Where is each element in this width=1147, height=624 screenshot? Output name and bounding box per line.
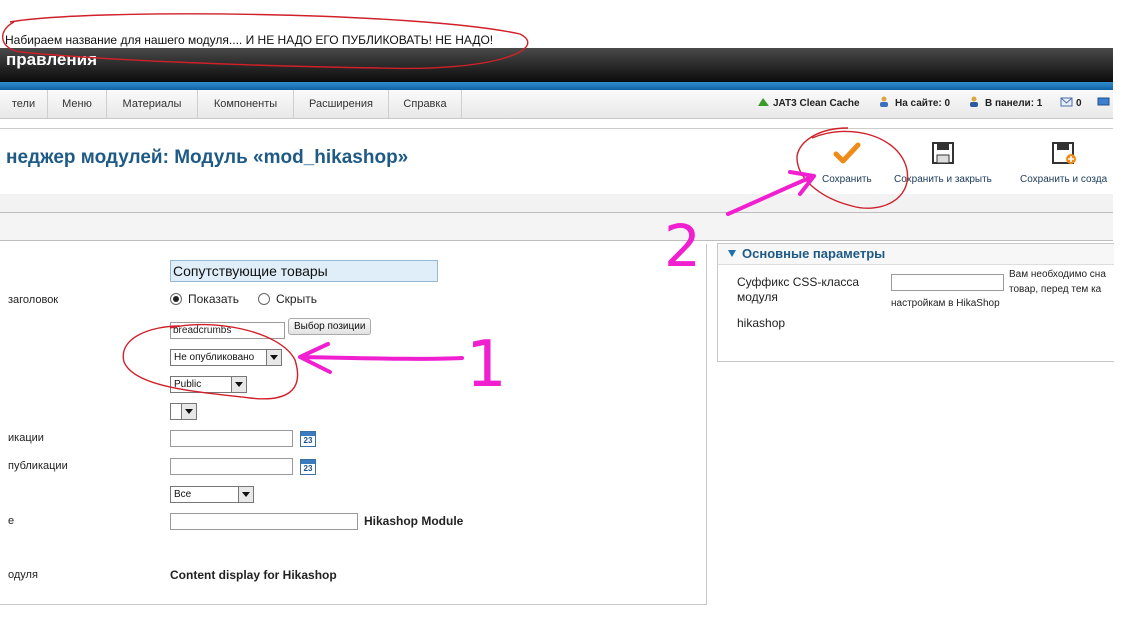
- publish-up-label: икации: [8, 432, 44, 444]
- show-option-label: Показать: [188, 292, 240, 306]
- mail-icon: [1060, 91, 1073, 107]
- spacer: [0, 194, 1113, 212]
- language-select[interactable]: Все: [170, 486, 254, 503]
- cache-icon: [757, 91, 770, 106]
- save-close-label: Сохранить и закрыть: [894, 174, 992, 185]
- calendar-icon[interactable]: 23: [300, 459, 316, 475]
- chevron-down-icon: [181, 404, 196, 419]
- position-input[interactable]: breadcrumbs: [170, 322, 285, 339]
- language-value: Все: [174, 489, 192, 500]
- css-suffix-label-2: модуля: [737, 290, 778, 304]
- save-and-new-button[interactable]: Сохранить и созда: [1020, 141, 1107, 185]
- status-value: Не опубликовано: [174, 352, 255, 363]
- menu-users[interactable]: тели: [0, 90, 48, 118]
- chevron-down-icon: [238, 487, 253, 502]
- note-input[interactable]: [170, 513, 358, 530]
- monitor-icon: [1097, 91, 1110, 106]
- hint-line-3: настройкам в HikaShop: [891, 298, 1000, 309]
- floppy-icon: [894, 141, 992, 168]
- save-and-close-button[interactable]: Сохранить и закрыть: [894, 141, 992, 185]
- show-title-label: заголовок: [8, 294, 59, 306]
- header-accent-strip: [0, 82, 1113, 90]
- hint-line-2: товар, перед тем ка: [1009, 284, 1102, 295]
- online-label: На сайте: 0: [895, 98, 951, 109]
- annotation-note: Набираем название для нашего модуля.... …: [5, 33, 494, 47]
- admin-users-icon: [969, 91, 982, 107]
- calendar-icon[interactable]: 23: [300, 431, 316, 447]
- params-title: Основные параметры: [742, 246, 886, 261]
- module-type-label: одуля: [8, 569, 38, 581]
- params-header[interactable]: Основные параметры: [718, 244, 1114, 265]
- jat3-cache-link[interactable]: JAT3 Clean Cache: [757, 90, 860, 118]
- triangle-down-icon: [728, 250, 736, 257]
- css-suffix-label: Суффикс CSS-класса: [737, 275, 860, 289]
- css-suffix-input[interactable]: [891, 274, 1004, 291]
- panel-label: В панели: 1: [985, 98, 1043, 109]
- toolbar: неджер модулей: Модуль «mod_hikashop» Со…: [0, 128, 1113, 196]
- menu-menus[interactable]: Меню: [48, 90, 107, 118]
- publish-down-input[interactable]: [170, 458, 293, 475]
- checkmark-icon: [822, 141, 872, 168]
- chevron-down-icon: [266, 350, 281, 365]
- status-select[interactable]: Не опубликовано: [170, 349, 282, 366]
- ordering-select[interactable]: [170, 403, 197, 420]
- chevron-down-icon: [231, 377, 246, 392]
- online-users: На сайте: 0: [879, 90, 950, 118]
- publish-down-label: публикации: [8, 460, 68, 472]
- hide-title-radio[interactable]: [258, 293, 270, 305]
- menu-components[interactable]: Компоненты: [198, 90, 294, 118]
- floppy-plus-icon: [1020, 141, 1107, 168]
- access-value: Public: [174, 379, 202, 390]
- cache-label: JAT3 Clean Cache: [773, 98, 860, 109]
- admin-menubar: тели Меню Материалы Компоненты Расширени…: [0, 90, 1113, 119]
- messages-count[interactable]: 0: [1060, 90, 1082, 118]
- save-label: Сохранить: [822, 174, 872, 185]
- note-label: е: [8, 515, 15, 527]
- menu-extensions[interactable]: Расширения: [294, 90, 389, 118]
- select-position-button[interactable]: Выбор позиции: [288, 318, 372, 335]
- module-name: Hikashop Module: [364, 514, 464, 528]
- admin-header: правления: [0, 48, 1113, 82]
- hikashop-label: hikashop: [737, 316, 786, 330]
- module-details-panel: Сопутствующие товары заголовок Показать …: [0, 244, 707, 605]
- users-icon: [879, 91, 892, 107]
- module-title-input[interactable]: Сопутствующие товары: [170, 260, 438, 282]
- backend-users: В панели: 1: [969, 90, 1042, 118]
- save-button[interactable]: Сохранить: [822, 141, 872, 185]
- hide-option-label: Скрыть: [276, 292, 317, 306]
- save-new-label: Сохранить и созда: [1020, 174, 1108, 185]
- menu-help[interactable]: Справка: [389, 90, 462, 118]
- header-title: правления: [6, 50, 98, 69]
- publish-up-input[interactable]: [170, 430, 293, 447]
- messages-label: 0: [1076, 98, 1082, 109]
- show-title-radio[interactable]: [170, 293, 182, 305]
- module-description: Content display for Hikashop: [170, 568, 337, 582]
- menu-content[interactable]: Материалы: [107, 90, 198, 118]
- access-select[interactable]: Public: [170, 376, 247, 393]
- logout-link[interactable]: [1097, 90, 1113, 118]
- hint-line-1: Вам необходимо сна: [1009, 269, 1106, 280]
- basic-params-panel: Основные параметры Суффикс CSS-класса мо…: [717, 243, 1114, 362]
- page-title: неджер модулей: Модуль «mod_hikashop»: [6, 147, 409, 168]
- form-header-strip: [0, 212, 1113, 241]
